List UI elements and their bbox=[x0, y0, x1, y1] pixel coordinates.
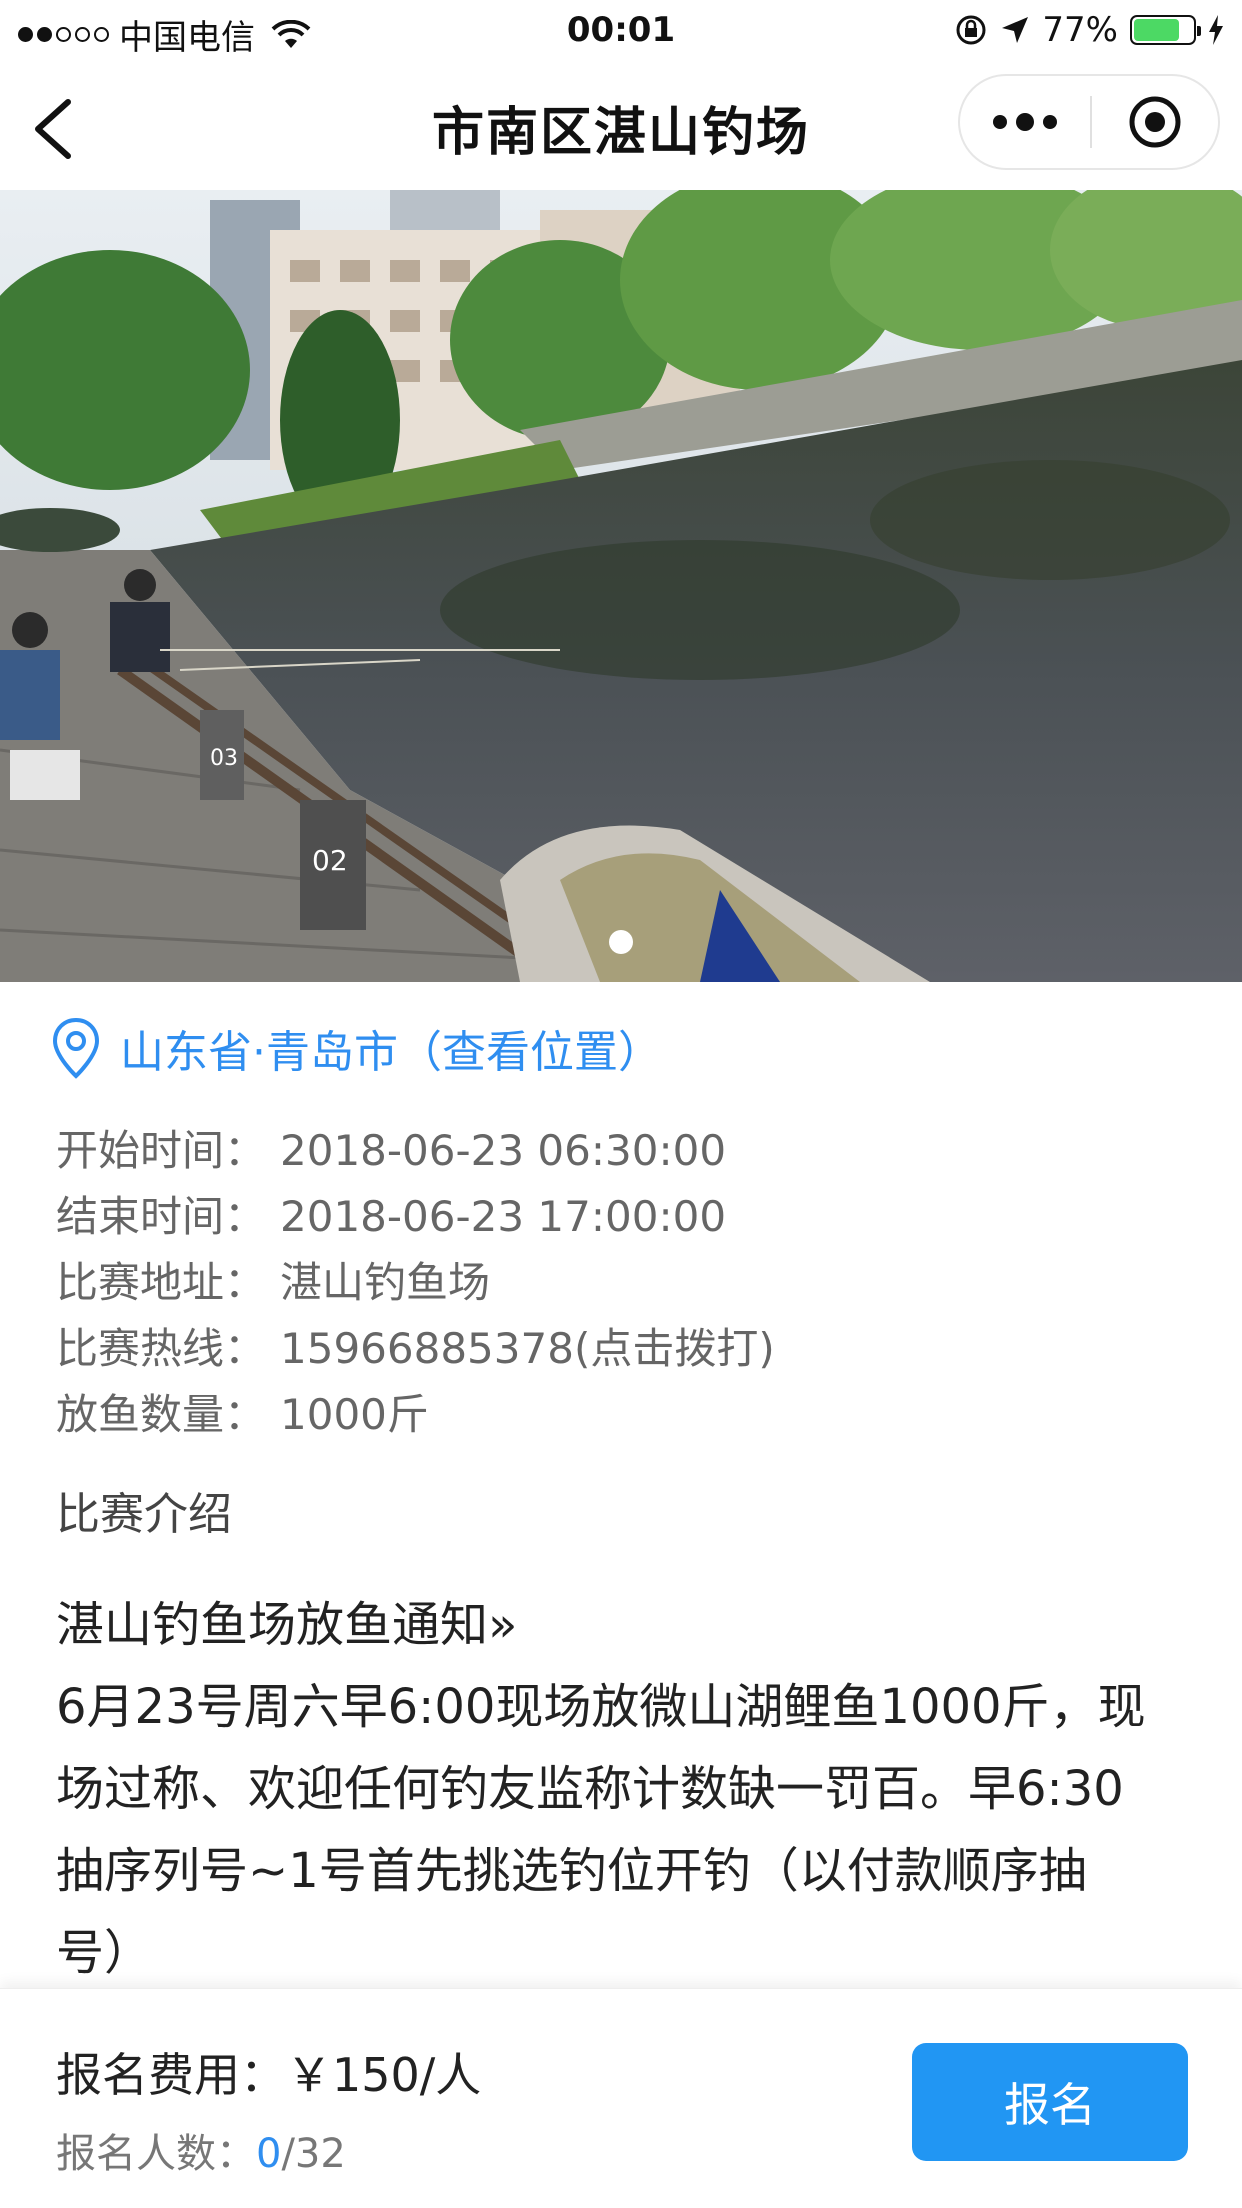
fee-value: ￥150/人 bbox=[286, 2048, 482, 2102]
address-value: 湛山钓鱼场 bbox=[280, 1258, 491, 1307]
status-right: 77% bbox=[954, 10, 1224, 50]
count-label: 报名人数： bbox=[56, 2131, 256, 2177]
description-line: 抽序列号~1号首先挑选钓位开钓（以付款顺序抽 bbox=[56, 1843, 1087, 1899]
mini-program-capsule bbox=[958, 74, 1220, 170]
start-time-value: 2018-06-23 06:30:00 bbox=[280, 1126, 727, 1175]
description-line: 6月23号周六早6:00现场放微山湖鲤鱼1000斤，现 bbox=[56, 1679, 1146, 1735]
fishing-pond-photo: 03 02 bbox=[0, 190, 1242, 982]
more-dots-icon bbox=[993, 113, 1057, 131]
fish-quantity-value: 1000斤 bbox=[280, 1390, 429, 1439]
charging-bolt-icon bbox=[1209, 15, 1223, 45]
fee-label: 报名费用： bbox=[56, 2048, 286, 2102]
end-time-value: 2018-06-23 17:00:00 bbox=[280, 1192, 727, 1241]
count-total: /32 bbox=[281, 2131, 346, 2177]
description-line: 场过称、欢迎任何钓友监称计数缺一罚百。早6:30 bbox=[56, 1761, 1124, 1817]
more-button[interactable] bbox=[960, 76, 1090, 168]
location-text: 山东省·青岛市（查看位置） bbox=[120, 1027, 662, 1078]
svg-text:02: 02 bbox=[312, 844, 348, 877]
location-link[interactable]: 山东省·青岛市（查看位置） bbox=[50, 1016, 662, 1080]
hero-image-carousel[interactable]: 03 02 bbox=[0, 190, 1242, 982]
status-bar: 中国电信 00:01 77% bbox=[0, 0, 1242, 64]
address-label: 比赛地址： bbox=[56, 1258, 267, 1307]
start-time-row: 开始时间： 2018-06-23 06:30:00 bbox=[56, 1118, 775, 1184]
hotline-value[interactable]: 15966885378(点击拨打) bbox=[280, 1316, 775, 1382]
carousel-indicator bbox=[609, 930, 633, 954]
address-row: 比赛地址： 湛山钓鱼场 bbox=[56, 1250, 775, 1316]
count-current: 0 bbox=[256, 2131, 282, 2177]
description-line: 号） bbox=[56, 1925, 153, 1981]
location-pin-icon bbox=[52, 1017, 100, 1079]
hotline-label: 比赛热线： bbox=[56, 1324, 267, 1373]
rotation-lock-icon bbox=[956, 15, 986, 45]
svg-text:03: 03 bbox=[210, 746, 238, 771]
battery-percent: 77% bbox=[1042, 10, 1118, 50]
signup-button[interactable]: 报名 bbox=[912, 2043, 1188, 2161]
description-heading: 湛山钓鱼场放鱼通知» bbox=[56, 1597, 518, 1653]
end-time-label: 结束时间： bbox=[56, 1192, 267, 1241]
close-miniprogram-button[interactable] bbox=[1092, 76, 1218, 168]
registration-count: 报名人数：0/32 bbox=[56, 2121, 346, 2179]
hotline-row[interactable]: 比赛热线： 15966885378(点击拨打) bbox=[56, 1316, 775, 1382]
end-time-row: 结束时间： 2018-06-23 17:00:00 bbox=[56, 1184, 775, 1250]
fish-quantity-row: 放鱼数量： 1000斤 bbox=[56, 1382, 775, 1448]
battery-icon bbox=[1130, 15, 1201, 45]
start-time-label: 开始时间： bbox=[56, 1126, 267, 1175]
event-description: 湛山钓鱼场放鱼通知» 6月23号周六早6:00现场放微山湖鲤鱼1000斤，现 场… bbox=[56, 1584, 1196, 1994]
section-title-intro: 比赛介绍 bbox=[56, 1489, 232, 1540]
bottom-action-bar: 报名费用：￥150/人 报名人数：0/32 报名 bbox=[0, 1988, 1242, 2208]
target-close-icon bbox=[1129, 96, 1181, 148]
nav-bar: 市南区湛山钓场 bbox=[0, 64, 1242, 190]
fish-quantity-label: 放鱼数量： bbox=[56, 1390, 267, 1439]
registration-fee: 报名费用：￥150/人 bbox=[56, 2039, 481, 2105]
location-arrow-icon bbox=[1002, 17, 1029, 43]
event-info: 开始时间： 2018-06-23 06:30:00 结束时间： 2018-06-… bbox=[56, 1118, 775, 1448]
